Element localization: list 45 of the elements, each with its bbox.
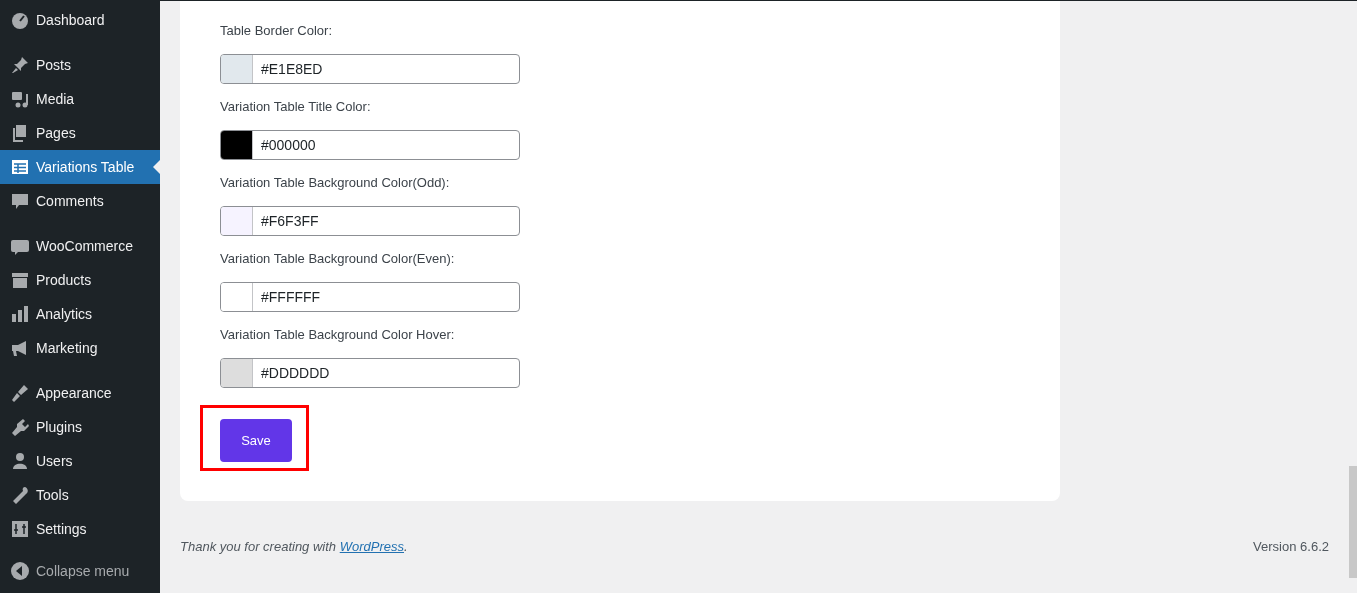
archive-box-icon xyxy=(10,270,30,290)
bar-chart-icon xyxy=(10,304,30,324)
color-swatch[interactable] xyxy=(221,131,253,159)
sidebar-item[interactable]: Dashboard xyxy=(0,3,160,37)
color-swatch[interactable] xyxy=(221,55,253,83)
color-input-field[interactable]: #F6F3FF xyxy=(220,206,520,236)
color-input-field[interactable]: #FFFFFF xyxy=(220,282,520,312)
sidebar-item[interactable]: Comments xyxy=(0,184,160,218)
sidebar-item[interactable]: Pages xyxy=(0,116,160,150)
wordpress-link[interactable]: WordPress xyxy=(339,539,404,554)
table-icon xyxy=(10,157,30,177)
paintbrush-icon xyxy=(10,383,30,403)
field-label: Variation Table Background Color(Even): xyxy=(220,250,456,268)
color-input-field[interactable]: #E1E8ED xyxy=(220,54,520,84)
sliders-icon xyxy=(10,519,30,539)
sidebar-item[interactable]: Marketing xyxy=(0,331,160,365)
speech-bubble-icon xyxy=(10,191,30,211)
sidebar-item[interactable]: Appearance xyxy=(0,376,160,410)
color-swatch[interactable] xyxy=(221,283,253,311)
sidebar-item[interactable]: Users xyxy=(0,444,160,478)
dashboard-gauge-icon xyxy=(10,10,30,30)
color-swatch[interactable] xyxy=(221,359,253,387)
sidebar-item[interactable]: Products xyxy=(0,263,160,297)
collapse-menu-button[interactable]: Collapse menu xyxy=(0,554,160,588)
field-label: Table Border Color: xyxy=(220,22,333,40)
sidebar-item[interactable]: Variations Table xyxy=(0,150,160,184)
user-icon xyxy=(10,451,30,471)
field-label: Variation Table Background Color Hover: xyxy=(220,326,456,344)
pin-icon xyxy=(10,55,30,75)
color-input-field[interactable]: #DDDDDD xyxy=(220,358,520,388)
sidebar-item[interactable]: Tools xyxy=(0,478,160,512)
color-swatch[interactable] xyxy=(221,207,253,235)
field-label: Variation Table Background Color(Odd): xyxy=(220,174,451,192)
sidebar-item[interactable]: Settings xyxy=(0,512,160,546)
sidebar-item[interactable]: Plugins xyxy=(0,410,160,444)
sidebar-item[interactable]: Media xyxy=(0,82,160,116)
version-text: Version 6.6.2 xyxy=(1253,539,1329,554)
sidebar-item[interactable]: Posts xyxy=(0,48,160,82)
save-button[interactable]: Save xyxy=(220,419,292,462)
media-icon xyxy=(10,89,30,109)
footer-text: Thank you for creating with WordPress. xyxy=(180,539,408,554)
field-label: Variation Table Title Color: xyxy=(220,98,372,116)
sidebar-item[interactable]: Analytics xyxy=(0,297,160,331)
color-input-field[interactable]: #000000 xyxy=(220,130,520,160)
sidebar-item[interactable]: WooCommerce xyxy=(0,229,160,263)
